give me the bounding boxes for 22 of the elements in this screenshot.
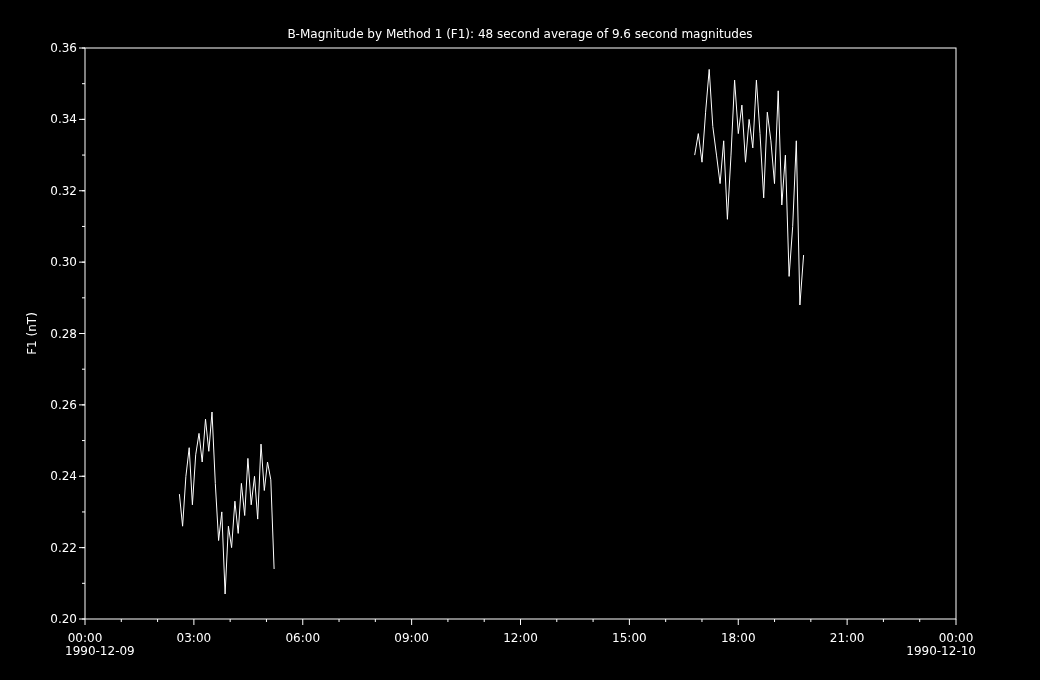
tick-label: 00:00: [67, 631, 103, 645]
tick-label: 18:00: [720, 631, 756, 645]
tick-label: 06:00: [285, 631, 321, 645]
tick-label: 0.32: [50, 183, 77, 198]
tick-label: 0.26: [50, 397, 77, 412]
tick-label: 0.34: [50, 112, 77, 127]
axis-label: F1 (nT): [25, 312, 39, 355]
tick-label: 12:00: [503, 631, 538, 645]
date-label: 1990-12-10: [906, 644, 976, 658]
tick-label: 15:00: [612, 631, 647, 645]
tick-label: 0.20: [50, 612, 77, 626]
tick-label: 09:00: [394, 631, 429, 645]
tick-label: 03:00: [176, 631, 212, 645]
tick-label: 0.28: [50, 326, 77, 341]
date-label: 1990-12-09: [65, 644, 135, 658]
tick-label: 0.22: [50, 540, 77, 555]
tick-label: 0.24: [50, 469, 77, 484]
chart-title: B-Magnitude by Method 1 (F1): 48 second average of 9.6 second magnitudes: [287, 27, 753, 41]
tick-label: 0.30: [50, 255, 77, 270]
tick-label: 00:00: [938, 631, 974, 645]
tick-label: 21:00: [829, 631, 865, 645]
tick-label: 0.36: [50, 41, 77, 55]
